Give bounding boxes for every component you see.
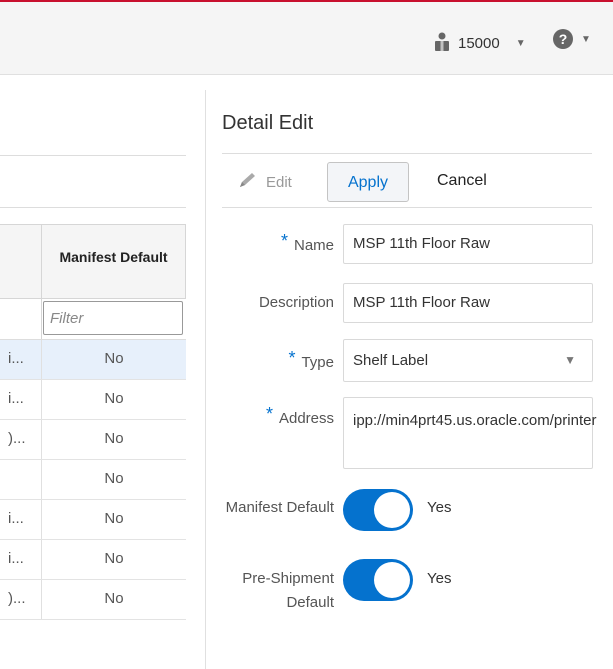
chevron-down-icon: ▼	[515, 37, 526, 49]
cancel-button[interactable]: Cancel	[437, 172, 487, 190]
table-row[interactable]: i... No	[0, 340, 186, 380]
name-label: * Name	[280, 231, 334, 254]
printers-table: Manifest Default i... No i... No )... No…	[0, 224, 186, 620]
top-bar: 15000 ▼ ? ▼	[0, 0, 613, 75]
address-label: * Address	[265, 404, 334, 427]
column-header-manifest-default[interactable]: Manifest Default	[42, 249, 185, 265]
required-marker: *	[288, 348, 296, 368]
table-cell: i...	[8, 550, 24, 567]
type-select[interactable]: Shelf Label ▼	[343, 339, 593, 382]
pre-shipment-default-label: Pre-Shipment Default	[242, 570, 334, 611]
filter-input[interactable]	[43, 301, 183, 335]
manifest-default-toggle[interactable]	[343, 489, 413, 531]
table-header: Manifest Default	[0, 224, 186, 299]
apply-button[interactable]: Apply	[327, 162, 409, 202]
column-divider	[41, 299, 42, 339]
filter-row	[0, 299, 186, 340]
pre-shipment-default-toggle[interactable]	[343, 559, 413, 601]
user-menu[interactable]: 15000 ▼	[432, 31, 526, 55]
manifest-default-label: Manifest Default	[225, 499, 334, 516]
table-cell: No	[104, 390, 124, 407]
toggle-knob	[374, 492, 410, 528]
user-icon	[432, 31, 452, 55]
table-cell: i...	[8, 510, 24, 527]
edit-label: Edit	[266, 173, 292, 191]
table-cell: )...	[8, 590, 26, 607]
table-row[interactable]: No	[0, 460, 186, 500]
divider	[0, 155, 186, 156]
pencil-icon	[238, 172, 258, 192]
table-cell: )...	[8, 430, 26, 447]
pre-shipment-default-value: Yes	[427, 570, 452, 587]
type-value: Shelf Label	[353, 352, 429, 369]
toggle-knob	[374, 562, 410, 598]
help-icon: ?	[553, 29, 573, 49]
chevron-down-icon: ▼	[581, 33, 591, 45]
table-row[interactable]: i... No	[0, 380, 186, 420]
user-label: 15000	[458, 34, 500, 52]
table-cell: i...	[8, 390, 24, 407]
table-row[interactable]: )... No	[0, 420, 186, 460]
table-row[interactable]: )... No	[0, 580, 186, 620]
description-field[interactable]: MSP 11th Floor Raw	[343, 283, 593, 323]
divider	[222, 207, 592, 208]
type-label: * Type	[288, 348, 334, 371]
address-field[interactable]: ipp://min4prt45.us.oracle.com/printer	[343, 397, 596, 469]
divider	[0, 207, 186, 208]
pane-separator	[205, 90, 206, 669]
edit-button[interactable]: Edit	[238, 172, 292, 192]
table-cell: No	[104, 590, 124, 607]
manifest-default-value: Yes	[427, 499, 452, 516]
table-cell: No	[104, 550, 124, 567]
table-pane: Manifest Default i... No i... No )... No…	[0, 76, 206, 669]
table-cell: No	[104, 510, 124, 527]
table-cell: i...	[8, 350, 24, 367]
detail-title: Detail Edit	[222, 112, 314, 134]
name-field[interactable]: MSP 11th Floor Raw	[343, 224, 593, 264]
table-cell: No	[104, 470, 124, 487]
table-cell: No	[104, 350, 124, 367]
help-menu[interactable]: ? ▼	[553, 29, 591, 49]
table-cell: No	[104, 430, 124, 447]
divider	[222, 153, 592, 154]
table-row[interactable]: i... No	[0, 500, 186, 540]
description-label: Description	[258, 294, 334, 311]
chevron-down-icon: ▼	[564, 353, 576, 367]
required-marker: *	[265, 404, 273, 424]
table-row[interactable]: i... No	[0, 540, 186, 580]
required-marker: *	[280, 231, 288, 251]
